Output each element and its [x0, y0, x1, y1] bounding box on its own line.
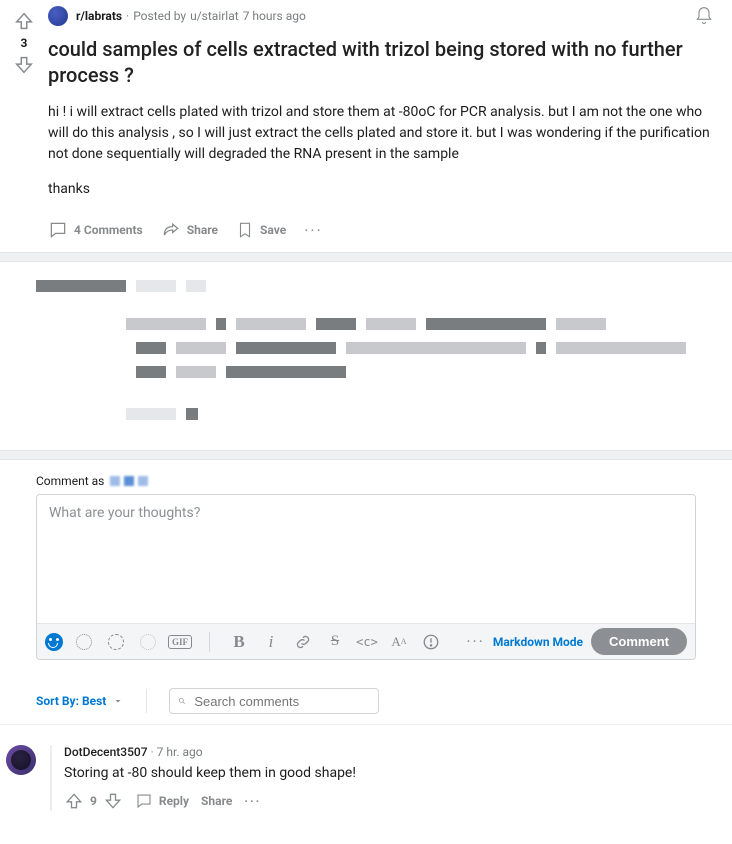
post-body-2: thanks: [48, 179, 714, 200]
section-divider: [0, 252, 732, 262]
downvote-icon[interactable]: [103, 791, 123, 811]
comments-count-label: 4 Comments: [74, 223, 143, 237]
comment-share-button[interactable]: Share: [201, 794, 232, 808]
comment-search-box[interactable]: [169, 688, 379, 714]
bookmark-icon: [236, 221, 254, 239]
save-label: Save: [260, 223, 286, 237]
superscript-icon[interactable]: AA: [388, 631, 410, 653]
share-label: Share: [187, 223, 218, 237]
upvote-icon[interactable]: [13, 10, 35, 32]
section-divider: [0, 450, 732, 460]
post-age: 7 hours ago: [243, 9, 306, 23]
posted-by-label: Posted by: [133, 9, 186, 23]
comment-submit-button[interactable]: Comment: [591, 628, 687, 655]
post-body-1: hi ! i will extract cells plated with tr…: [48, 102, 714, 165]
subreddit-icon[interactable]: [48, 6, 68, 26]
vertical-separator: [146, 689, 147, 713]
comment-textarea[interactable]: [37, 495, 695, 619]
subreddit-link[interactable]: r/labrats: [76, 9, 122, 23]
comment-as-label: Comment as: [36, 474, 104, 488]
toolbar-separator: [209, 632, 210, 652]
comment-author[interactable]: DotDecent3507: [64, 745, 148, 759]
chevron-down-icon: [112, 695, 124, 707]
save-button[interactable]: Save: [236, 221, 286, 239]
emoji-icon[interactable]: [45, 633, 63, 651]
gif-icon[interactable]: GIF: [169, 631, 191, 653]
spoiler-icon[interactable]: [420, 631, 442, 653]
markdown-mode-toggle[interactable]: Markdown Mode: [493, 635, 583, 649]
bell-icon[interactable]: [694, 6, 714, 26]
downvote-icon[interactable]: [13, 54, 35, 76]
sort-dropdown[interactable]: Sort By: Best: [36, 694, 124, 708]
award-icon-2[interactable]: [105, 631, 127, 653]
share-button[interactable]: Share: [161, 220, 218, 240]
comment-score: 9: [90, 794, 97, 808]
reply-label: Reply: [159, 794, 189, 808]
comment-icon: [48, 220, 68, 240]
toolbar-more-icon[interactable]: ···: [466, 632, 485, 651]
comments-button[interactable]: 4 Comments: [48, 220, 143, 240]
award-icon-3[interactable]: [137, 631, 159, 653]
avatar[interactable]: [6, 745, 36, 775]
post-score: 3: [21, 36, 28, 50]
share-icon: [161, 220, 181, 240]
sort-label-text: Sort By: Best: [36, 694, 106, 708]
comment-text: Storing at -80 should keep them in good …: [64, 765, 724, 781]
italic-icon[interactable]: i: [260, 631, 282, 653]
bold-icon[interactable]: B: [228, 631, 250, 653]
hidden-content-region: [0, 262, 732, 450]
comment-age: 7 hr. ago: [157, 745, 203, 759]
award-icon-1[interactable]: [73, 631, 95, 653]
author-link[interactable]: u/stairlat: [190, 9, 239, 23]
upvote-icon[interactable]: [64, 791, 84, 811]
comment-more-button[interactable]: ···: [244, 794, 261, 808]
inline-code-icon[interactable]: <c>: [356, 631, 378, 653]
more-actions-button[interactable]: ···: [304, 221, 323, 240]
search-icon: [178, 693, 186, 709]
link-icon[interactable]: [292, 631, 314, 653]
meta-separator: ·: [126, 9, 129, 23]
comment-search-input[interactable]: [194, 694, 370, 709]
comment-icon: [135, 792, 153, 810]
post-title: could samples of cells extracted with tr…: [48, 36, 714, 88]
strikethrough-icon[interactable]: S: [324, 631, 346, 653]
reply-button[interactable]: Reply: [135, 792, 189, 810]
current-user-blurred: [110, 476, 148, 486]
